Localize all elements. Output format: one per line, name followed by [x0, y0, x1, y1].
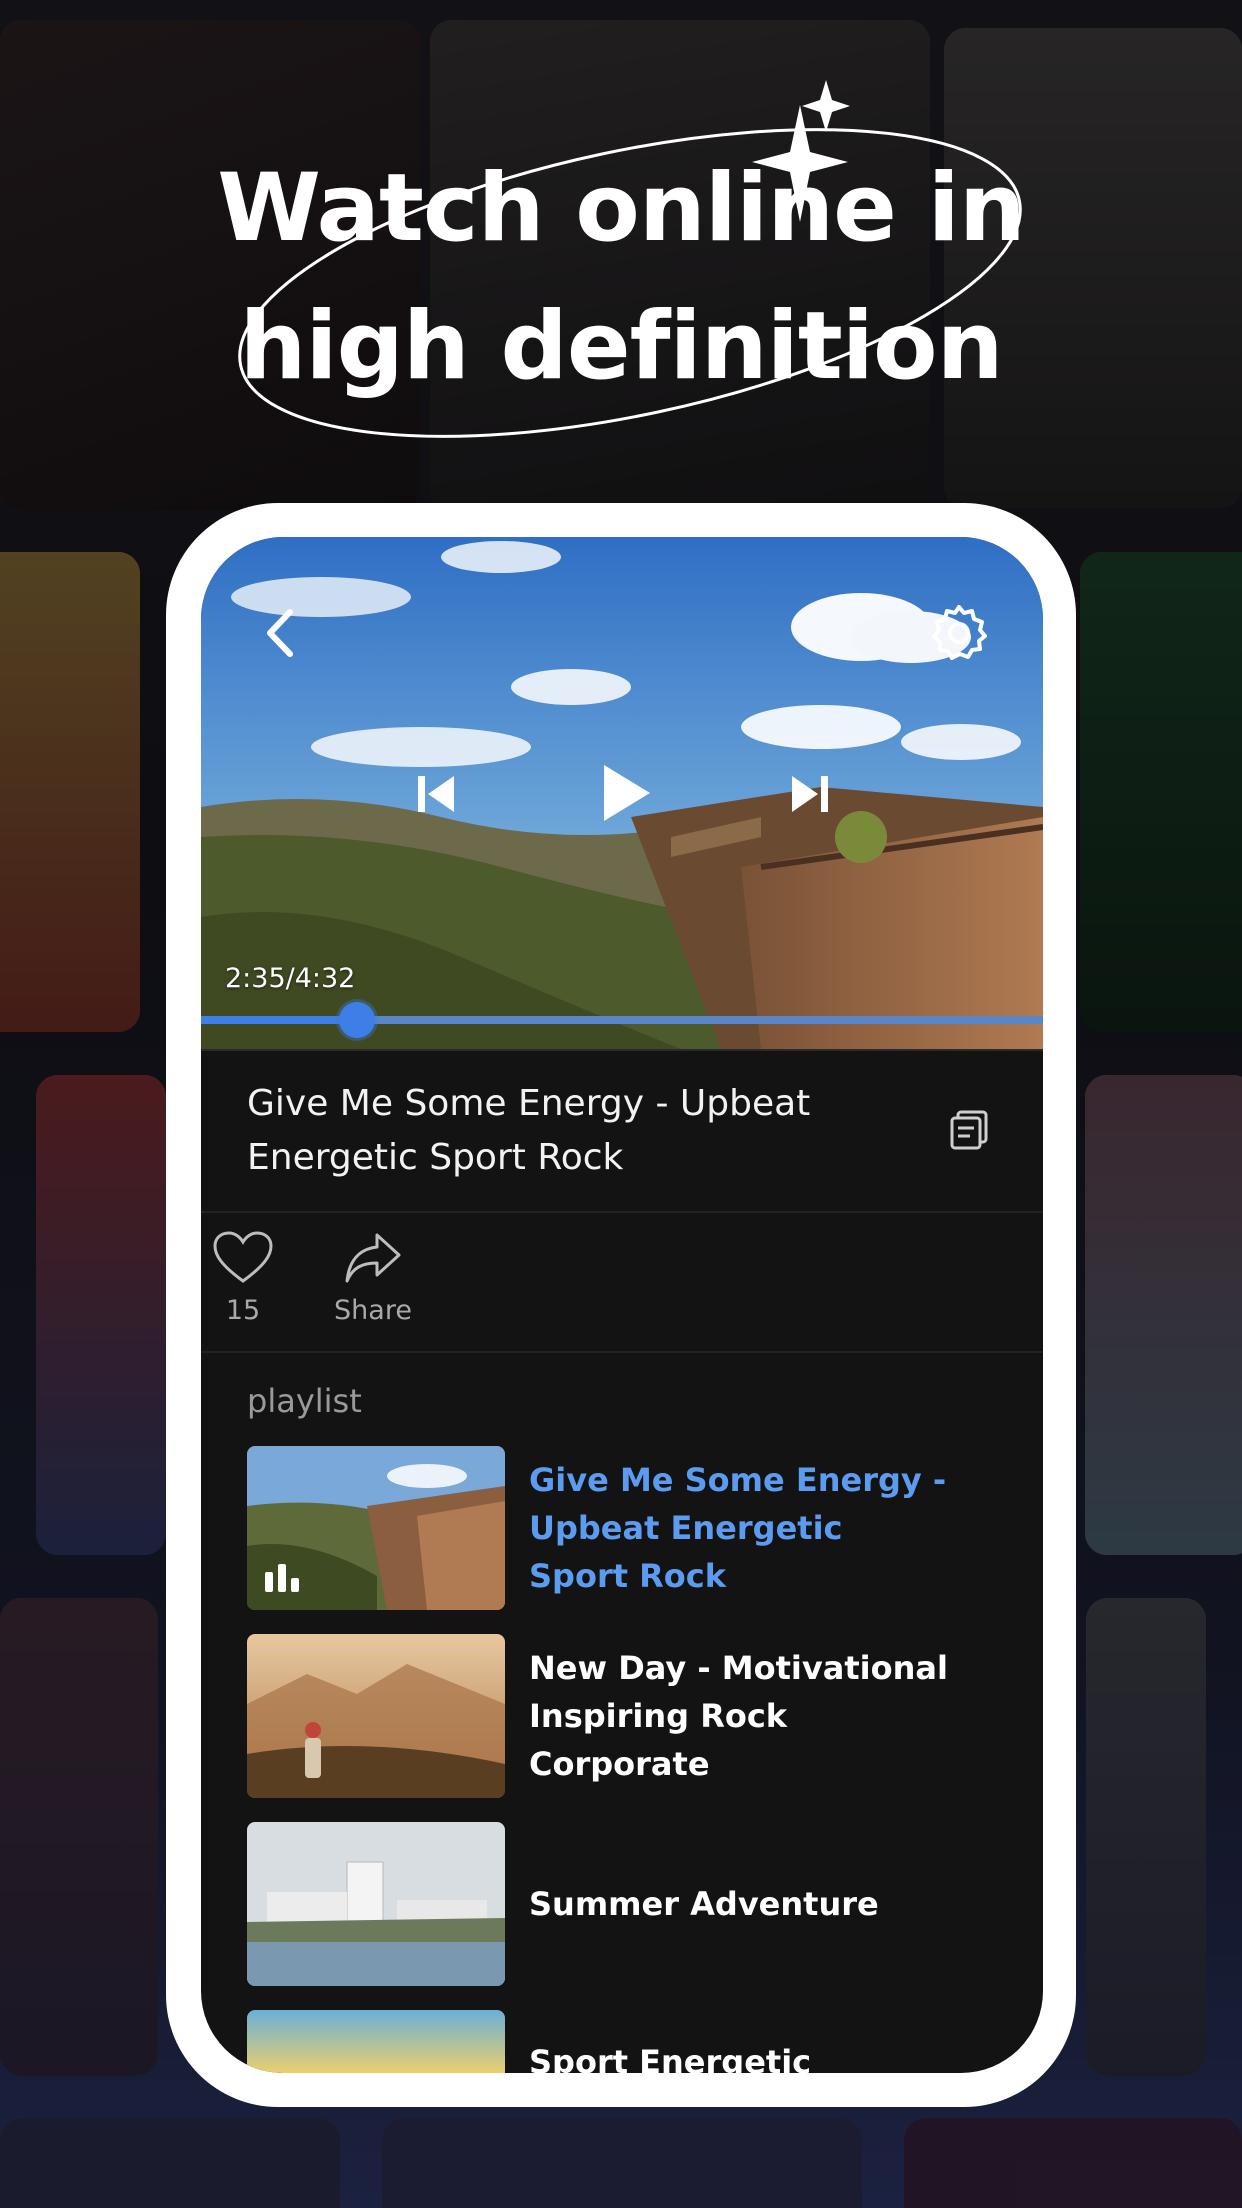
playlist-heading: playlist [247, 1382, 362, 1420]
headline-line-2: high definition [239, 292, 1003, 401]
gear-icon [932, 605, 987, 660]
share-button[interactable]: Share [313, 1229, 433, 1326]
video-player[interactable]: 2:35/4:32 [201, 537, 1043, 1049]
song-title: Give Me Some Energy - Upbeat Energetic S… [247, 1083, 811, 1178]
bg-tile-bottom-3 [904, 2118, 1242, 2208]
song-info: Give Me Some Energy - Upbeat Energetic S… [201, 1049, 1043, 1213]
playlist-thumbnail [247, 1634, 505, 1798]
chevron-left-icon [267, 609, 293, 657]
back-button[interactable] [257, 603, 301, 663]
headline: Watch online in high definition [0, 140, 1242, 416]
progress-handle[interactable] [338, 1002, 375, 1038]
playlist-thumbnail [247, 2010, 505, 2073]
bg-tile-left-2 [36, 1075, 166, 1555]
actions-row: 15 Share [201, 1211, 1043, 1353]
bg-tile-mid-right [1080, 552, 1242, 1032]
bg-tile-right-3 [1086, 1598, 1206, 2076]
app-store-screenshot: Watch online in high definition 2:35/4:3… [0, 0, 1242, 2208]
skip-previous-icon [418, 776, 454, 812]
progress-fill [201, 1016, 357, 1024]
previous-button[interactable] [411, 769, 461, 819]
like-button[interactable]: 15 [201, 1229, 303, 1326]
playlist-item-title: Summer Adventure [529, 1885, 879, 1923]
bg-tile-mid-left [0, 552, 140, 1032]
copy-button[interactable] [948, 1108, 992, 1152]
playlist-item[interactable]: Give Me Some Energy - Upbeat Energetic S… [247, 1446, 1007, 1610]
next-button[interactable] [785, 769, 835, 819]
skip-next-icon [792, 776, 828, 812]
playlist-item-title: Give Me Some Energy - Upbeat Energetic S… [529, 1461, 947, 1595]
playlist-item-title: Sport Energetic [529, 2043, 812, 2073]
settings-button[interactable] [927, 601, 991, 665]
playlist-item[interactable]: New Day - Motivational Inspiring Rock Co… [247, 1634, 1007, 1798]
play-icon [604, 765, 650, 821]
now-playing-icon [265, 1564, 299, 1592]
playlist-item[interactable]: Sport Energetic [247, 2010, 1007, 2073]
bg-tile-right-2 [1085, 1075, 1242, 1555]
play-button[interactable] [596, 759, 656, 827]
phone-screen: 2:35/4:32 Give Me Some Energy - Upbeat E… [201, 537, 1043, 2073]
phone-frame: 2:35/4:32 Give Me Some Energy - Upbeat E… [166, 503, 1076, 2107]
playlist-thumbnail [247, 1446, 505, 1610]
headline-line-1: Watch online in [217, 154, 1026, 263]
share-icon [345, 1233, 401, 1283]
bg-tile-bottom-2 [382, 2118, 862, 2208]
heart-icon [213, 1231, 273, 1283]
bg-tile-bottom-1 [0, 2118, 340, 2208]
bg-tile-left-3 [0, 1598, 158, 2076]
progress-bar[interactable] [201, 1002, 1043, 1038]
sparkle-small-icon [802, 80, 850, 132]
copy-icon [950, 1110, 988, 1150]
playlist-item[interactable]: Summer Adventure [247, 1822, 1007, 1986]
like-count: 15 [225, 1295, 261, 1326]
playlist-item-title: New Day - Motivational Inspiring Rock Co… [529, 1649, 948, 1783]
playback-time: 2:35/4:32 [225, 963, 356, 994]
playlist-thumbnail [247, 1822, 505, 1986]
share-label: Share [334, 1295, 412, 1326]
